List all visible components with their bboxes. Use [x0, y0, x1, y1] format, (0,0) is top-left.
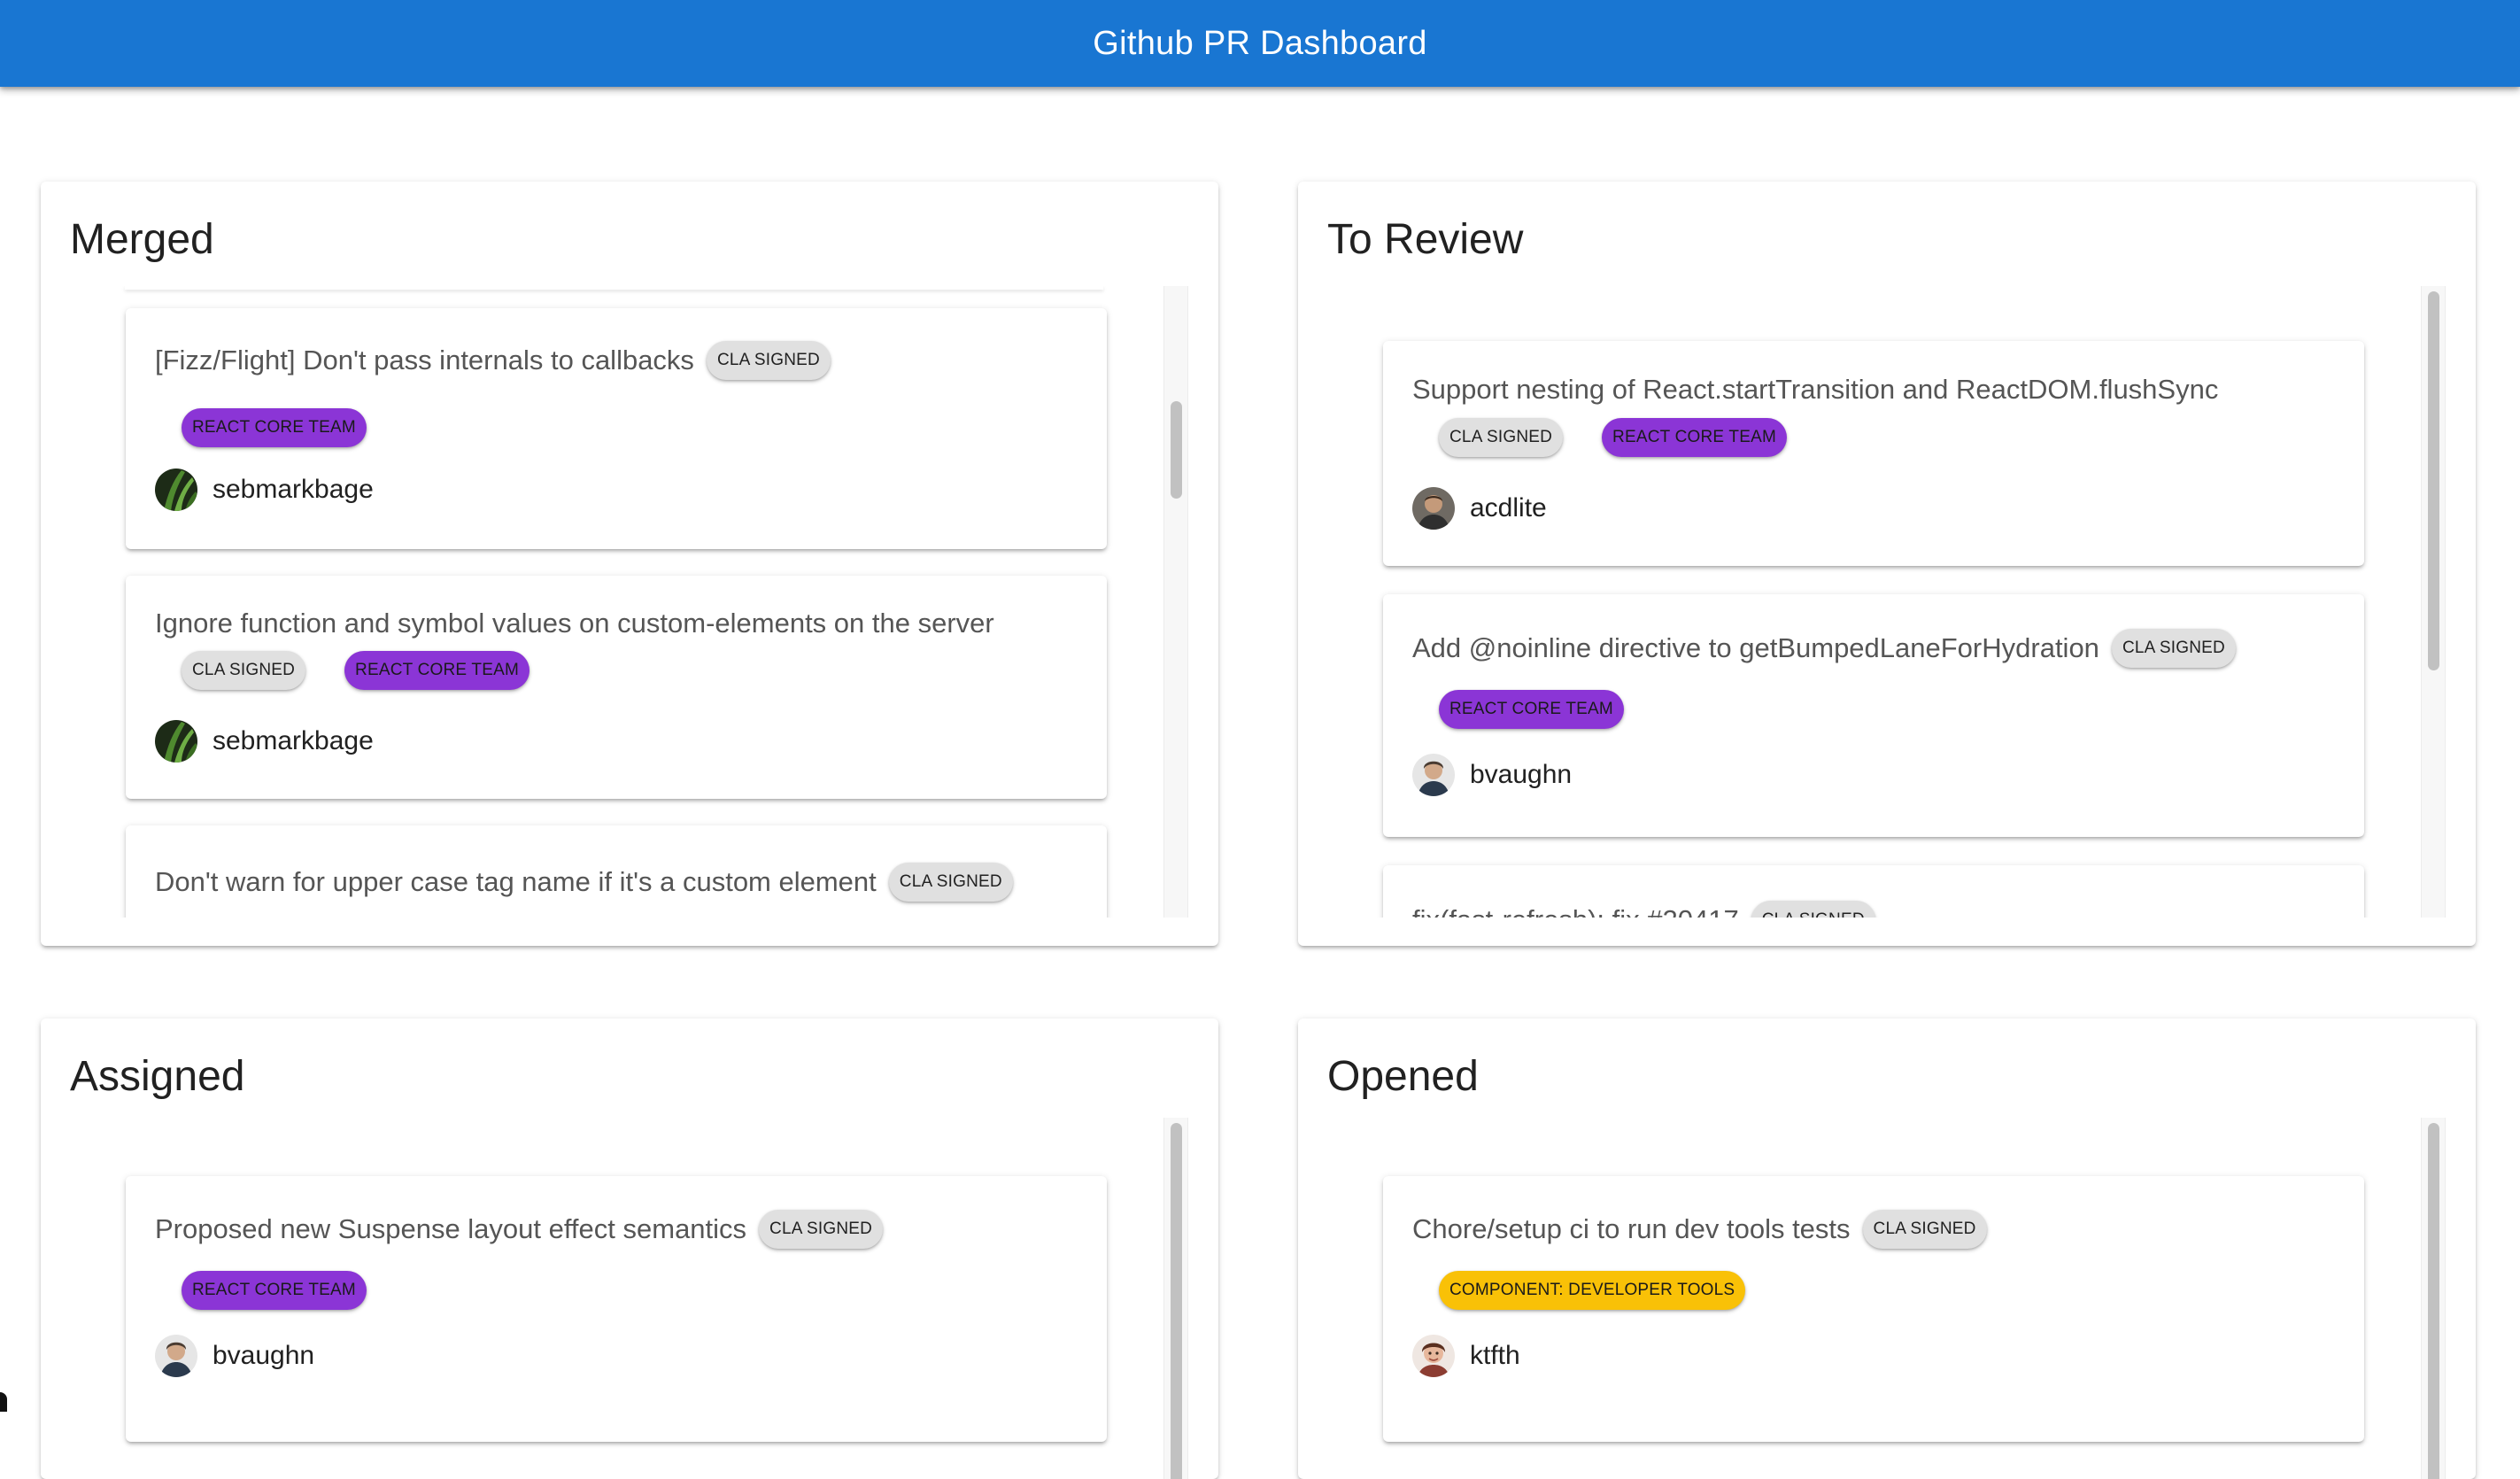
- panel-title-assigned: Assigned: [70, 1052, 244, 1101]
- scrollbar[interactable]: [1163, 286, 1188, 918]
- pr-title[interactable]: Chore/setup ci to run dev tools tests: [1412, 1213, 1851, 1245]
- pr-title[interactable]: Ignore function and symbol values on cus…: [155, 608, 994, 639]
- pr-title-row: Proposed new Suspense layout effect sema…: [155, 1210, 883, 1249]
- to-review-pr-list[interactable]: Support nesting of React.startTransition…: [1298, 286, 2476, 918]
- pr-card[interactable]: Support nesting of React.startTransition…: [1383, 341, 2364, 566]
- pr-title-row: Chore/setup ci to run dev tools tests CL…: [1412, 1210, 1987, 1249]
- author-name[interactable]: bvaughn: [213, 1341, 314, 1371]
- list-top-edge: [125, 286, 1103, 290]
- pr-title-row: [Fizz/Flight] Don't pass internals to ca…: [155, 341, 831, 380]
- pr-labels: REACT CORE TEAM: [1412, 690, 1624, 729]
- app-title: Github PR Dashboard: [1093, 25, 1426, 63]
- person-avatar[interactable]: [1412, 754, 1455, 796]
- person-avatar[interactable]: [155, 1335, 197, 1377]
- cla-signed-chip[interactable]: CLA SIGNED: [1751, 901, 1875, 918]
- pr-title-row: Don't warn for upper case tag name if it…: [155, 863, 1013, 902]
- developer-tools-chip[interactable]: COMPONENT: DEVELOPER TOOLS: [1439, 1271, 1745, 1310]
- scrollbar[interactable]: [1163, 1118, 1188, 1479]
- pr-author: acdlite: [1412, 487, 1547, 530]
- to-review-panel: To Review Support nesting of React.start…: [1298, 182, 2476, 946]
- react-core-team-chip[interactable]: REACT CORE TEAM: [182, 1271, 367, 1310]
- pr-labels: CLA SIGNED REACT CORE TEAM: [1412, 418, 1787, 457]
- pr-title[interactable]: Proposed new Suspense layout effect sema…: [155, 1213, 746, 1245]
- window-corner: [0, 1392, 7, 1412]
- react-core-team-chip[interactable]: REACT CORE TEAM: [1602, 418, 1787, 457]
- pr-card[interactable]: Ignore function and symbol values on cus…: [126, 576, 1107, 799]
- pr-author: bvaughn: [155, 1335, 314, 1377]
- cla-signed-chip[interactable]: CLA SIGNED: [759, 1210, 883, 1249]
- author-name[interactable]: sebmarkbage: [213, 475, 374, 505]
- assigned-panel: Assigned Proposed new Suspense layout ef…: [41, 1018, 1218, 1479]
- pr-author: sebmarkbage: [155, 720, 374, 763]
- scrollbar-thumb[interactable]: [2428, 291, 2439, 670]
- pr-author: ktfth: [1412, 1335, 1520, 1377]
- panel-title-opened: Opened: [1327, 1052, 1479, 1101]
- react-core-team-chip[interactable]: REACT CORE TEAM: [1439, 690, 1624, 729]
- assigned-pr-list[interactable]: Proposed new Suspense layout effect sema…: [41, 1118, 1218, 1479]
- pr-author: sebmarkbage: [155, 468, 374, 511]
- merged-panel: Merged [Fizz/Flight] Don't pass internal…: [41, 182, 1218, 946]
- cla-signed-chip[interactable]: CLA SIGNED: [182, 651, 305, 690]
- pr-labels: COMPONENT: DEVELOPER TOOLS: [1412, 1271, 1745, 1310]
- pr-title[interactable]: Don't warn for upper case tag name if it…: [155, 866, 877, 898]
- merged-pr-list[interactable]: [Fizz/Flight] Don't pass internals to ca…: [41, 286, 1218, 918]
- pr-title[interactable]: Add @noinline directive to getBumpedLane…: [1412, 632, 2099, 664]
- pr-card[interactable]: fix(fast-refresh): fix #20417 CLA SIGNED: [1383, 865, 2364, 918]
- panel-title-merged: Merged: [70, 215, 214, 264]
- pr-title[interactable]: Support nesting of React.startTransition…: [1412, 374, 2218, 406]
- pr-card[interactable]: [Fizz/Flight] Don't pass internals to ca…: [126, 308, 1107, 549]
- pr-title[interactable]: [Fizz/Flight] Don't pass internals to ca…: [155, 345, 694, 376]
- pr-title-row: Support nesting of React.startTransition…: [1412, 374, 2218, 406]
- scrollbar-thumb[interactable]: [2428, 1123, 2439, 1479]
- pr-card[interactable]: Add @noinline directive to getBumpedLane…: [1383, 594, 2364, 837]
- opened-panel: Opened Chore/setup ci to run dev tools t…: [1298, 1018, 2476, 1479]
- person-avatar[interactable]: [1412, 487, 1455, 530]
- cla-signed-chip[interactable]: CLA SIGNED: [707, 341, 831, 380]
- react-core-team-chip[interactable]: REACT CORE TEAM: [182, 408, 367, 447]
- pr-card[interactable]: Proposed new Suspense layout effect sema…: [126, 1176, 1107, 1442]
- cla-signed-chip[interactable]: CLA SIGNED: [2112, 629, 2236, 668]
- person-avatar[interactable]: [1412, 1335, 1455, 1377]
- app-bar: Github PR Dashboard: [0, 0, 2520, 87]
- leaf-avatar[interactable]: [155, 468, 197, 511]
- scrollbar[interactable]: [2421, 1118, 2446, 1479]
- scrollbar-thumb[interactable]: [1171, 401, 1182, 499]
- author-name[interactable]: bvaughn: [1470, 760, 1572, 790]
- pr-title-row: Ignore function and symbol values on cus…: [155, 608, 994, 639]
- author-name[interactable]: ktfth: [1470, 1341, 1520, 1371]
- pr-labels: REACT CORE TEAM: [155, 408, 367, 447]
- react-core-team-chip[interactable]: REACT CORE TEAM: [344, 651, 530, 690]
- pr-title-row: fix(fast-refresh): fix #20417 CLA SIGNED: [1412, 901, 1875, 918]
- pr-title[interactable]: fix(fast-refresh): fix #20417: [1412, 904, 1739, 918]
- cla-signed-chip[interactable]: CLA SIGNED: [1863, 1210, 1987, 1249]
- cla-signed-chip[interactable]: CLA SIGNED: [889, 863, 1013, 902]
- cla-signed-chip[interactable]: CLA SIGNED: [1439, 418, 1563, 457]
- scrollbar-thumb[interactable]: [1171, 1123, 1182, 1479]
- author-name[interactable]: acdlite: [1470, 493, 1547, 523]
- leaf-avatar[interactable]: [155, 720, 197, 763]
- pr-author: bvaughn: [1412, 754, 1572, 796]
- pr-card[interactable]: Chore/setup ci to run dev tools tests CL…: [1383, 1176, 2364, 1442]
- scrollbar[interactable]: [2421, 286, 2446, 918]
- pr-labels: CLA SIGNED REACT CORE TEAM: [155, 651, 530, 690]
- pr-card[interactable]: Don't warn for upper case tag name if it…: [126, 825, 1107, 918]
- pr-labels: REACT CORE TEAM: [155, 1271, 367, 1310]
- opened-pr-list[interactable]: Chore/setup ci to run dev tools tests CL…: [1298, 1118, 2476, 1479]
- pr-title-row: Add @noinline directive to getBumpedLane…: [1412, 629, 2236, 668]
- panel-title-to-review: To Review: [1327, 215, 1523, 264]
- author-name[interactable]: sebmarkbage: [213, 726, 374, 756]
